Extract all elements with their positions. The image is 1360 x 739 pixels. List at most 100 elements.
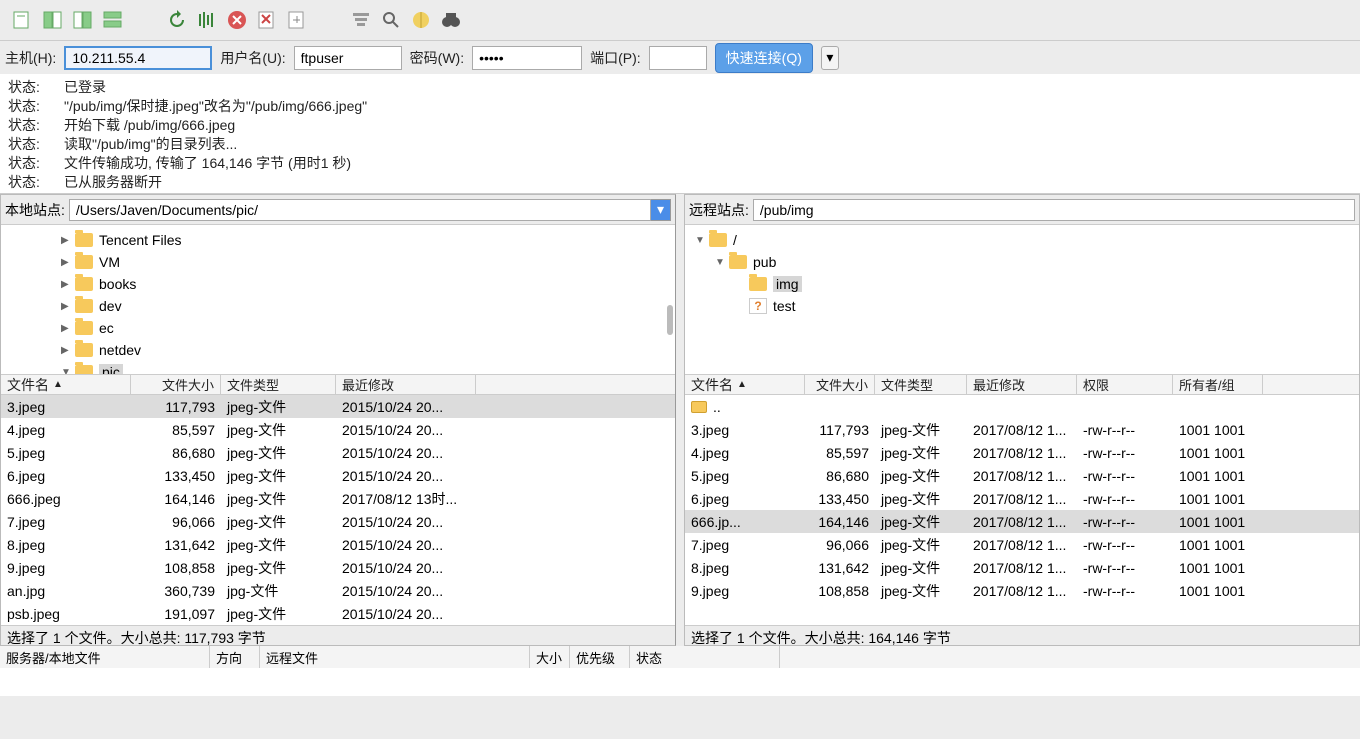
qcol-dir[interactable]: 方向 [210,646,260,668]
file-type: jpeg-文件 [221,420,336,440]
col-date[interactable]: 最近修改 [967,375,1077,394]
processqueue-icon[interactable] [194,7,220,33]
file-perm: -rw-r--r-- [1077,491,1173,507]
tree-item[interactable]: ▶ dev [1,295,675,317]
filter-icon[interactable] [348,7,374,33]
expand-arrow-icon[interactable]: ▶ [61,257,75,268]
file-row[interactable]: 666.jpeg164,146jpeg-文件2017/08/12 13时... [1,487,675,510]
local-path-dropdown[interactable]: ▾ [651,199,671,221]
tree-item[interactable]: ▼pic [1,361,675,375]
file-row[interactable]: 8.jpeg131,642jpeg-文件2015/10/24 20... [1,533,675,556]
status-label: 状态: [8,97,64,116]
file-type: jpeg-文件 [221,443,336,463]
file-row[interactable]: 9.jpeg108,858jpeg-文件2017/08/12 1...-rw-r… [685,579,1359,602]
tree-item[interactable]: ▶netdev [1,339,675,361]
col-name[interactable]: 文件名▲ [685,375,805,394]
file-row[interactable]: 4.jpeg85,597jpeg-文件2017/08/12 1...-rw-r-… [685,441,1359,464]
file-row[interactable]: 7.jpeg96,066jpeg-文件2015/10/24 20... [1,510,675,533]
remote-pane: 远程站点: ▼/▼pubimg?test 文件名▲ 文件大小 文件类型 最近修改… [684,194,1360,646]
expand-arrow-icon[interactable]: ▼ [695,235,709,246]
tree-item[interactable]: img [685,273,1359,295]
col-owner[interactable]: 所有者/组 [1173,375,1263,394]
file-owner: 1001 1001 [1173,560,1263,576]
expand-arrow-icon[interactable]: ▼ [61,367,75,376]
qcol-server[interactable]: 服务器/本地文件 [0,646,210,668]
file-type: jpeg-文件 [221,466,336,486]
file-row[interactable]: 666.jp...164,146jpeg-文件2017/08/12 1...-r… [685,510,1359,533]
file-row[interactable]: 4.jpeg85,597jpeg-文件2015/10/24 20... [1,418,675,441]
file-date: 2017/08/12 1... [967,445,1077,461]
file-row[interactable]: 3.jpeg117,793jpeg-文件2017/08/12 1...-rw-r… [685,418,1359,441]
local-tree[interactable]: ▶Tencent Files▶VM▶books▶dev▶ec▶netdev▼pi… [1,225,675,375]
file-row[interactable]: psb.jpeg191,097jpeg-文件2015/10/24 20... [1,602,675,625]
tree-item[interactable]: ▶books [1,273,675,295]
remote-tree[interactable]: ▼/▼pubimg?test [685,225,1359,375]
binoculars-icon[interactable] [438,7,464,33]
file-perm: -rw-r--r-- [1077,537,1173,553]
port-input[interactable] [649,46,707,70]
file-type: jpeg-文件 [221,604,336,624]
host-input[interactable] [64,46,212,70]
search-icon[interactable] [378,7,404,33]
expand-arrow-icon[interactable]: ▶ [61,323,75,334]
tree-item[interactable]: ▶Tencent Files [1,229,675,251]
togglequeue-icon[interactable] [100,7,126,33]
local-file-list[interactable]: 3.jpeg117,793jpeg-文件2015/10/24 20...4.jp… [1,395,675,625]
toggletree-icon[interactable] [70,7,96,33]
qcol-status[interactable]: 状态 [630,646,780,668]
user-input[interactable] [294,46,402,70]
qcol-size[interactable]: 大小 [530,646,570,668]
refresh-icon[interactable] [164,7,190,33]
col-date[interactable]: 最近修改 [336,375,476,394]
qcol-remote[interactable]: 远程文件 [260,646,530,668]
expand-arrow-icon[interactable]: ▶ [61,279,75,290]
tree-label: / [733,232,737,248]
disconnect-icon[interactable] [254,7,280,33]
file-row[interactable]: 7.jpeg96,066jpeg-文件2017/08/12 1...-rw-r-… [685,533,1359,556]
col-size[interactable]: 文件大小 [805,375,875,394]
togglelog-icon[interactable] [40,7,66,33]
col-type[interactable]: 文件类型 [875,375,967,394]
col-size[interactable]: 文件大小 [131,375,221,394]
tree-label: dev [99,298,122,314]
file-type: jpeg-文件 [221,489,336,509]
tree-item[interactable]: ▶VM [1,251,675,273]
compare-icon[interactable] [408,7,434,33]
local-path-input[interactable] [69,199,651,221]
qcol-prio[interactable]: 优先级 [570,646,630,668]
pass-input[interactable] [472,46,582,70]
tree-item[interactable]: ▼/ [685,229,1359,251]
scrollbar-thumb[interactable] [667,305,673,335]
reconnect-icon[interactable] [284,7,310,33]
file-row[interactable]: 9.jpeg108,858jpeg-文件2015/10/24 20... [1,556,675,579]
expand-arrow-icon[interactable]: ▶ [61,235,75,246]
file-name: 666.jpeg [7,491,61,507]
expand-arrow-icon[interactable]: ▶ [61,345,75,356]
sitemanager-icon[interactable] [10,7,36,33]
tree-item[interactable]: ?test [685,295,1359,317]
remote-path-input[interactable] [753,199,1355,221]
quick-connect-dropdown[interactable]: ▾ [821,46,839,70]
file-row[interactable]: 6.jpeg133,450jpeg-文件2017/08/12 1...-rw-r… [685,487,1359,510]
file-row[interactable]: 3.jpeg117,793jpeg-文件2015/10/24 20... [1,395,675,418]
file-row[interactable]: an.jpg360,739jpg-文件2015/10/24 20... [1,579,675,602]
tree-item[interactable]: ▶ec [1,317,675,339]
file-row[interactable]: 5.jpeg86,680jpeg-文件2015/10/24 20... [1,441,675,464]
cancel-icon[interactable] [224,7,250,33]
status-text: 已登录 [64,78,106,97]
file-row[interactable]: 6.jpeg133,450jpeg-文件2015/10/24 20... [1,464,675,487]
status-text: 读取"/pub/img"的目录列表... [64,135,237,154]
tree-item[interactable]: ▼pub [685,251,1359,273]
col-perm[interactable]: 权限 [1077,375,1173,394]
remote-file-list[interactable]: ..3.jpeg117,793jpeg-文件2017/08/12 1...-rw… [685,395,1359,625]
file-row[interactable]: 8.jpeg131,642jpeg-文件2017/08/12 1...-rw-r… [685,556,1359,579]
file-type: jpeg-文件 [875,489,967,509]
expand-arrow-icon[interactable]: ▼ [715,257,729,268]
file-row[interactable]: .. [685,395,1359,418]
expand-arrow-icon[interactable]: ▶ [61,301,75,312]
quick-connect-button[interactable]: 快速连接(Q) [715,43,813,73]
col-type[interactable]: 文件类型 [221,375,336,394]
col-name[interactable]: 文件名▲ [1,375,131,394]
file-row[interactable]: 5.jpeg86,680jpeg-文件2017/08/12 1...-rw-r-… [685,464,1359,487]
queue-body[interactable] [0,668,1360,696]
